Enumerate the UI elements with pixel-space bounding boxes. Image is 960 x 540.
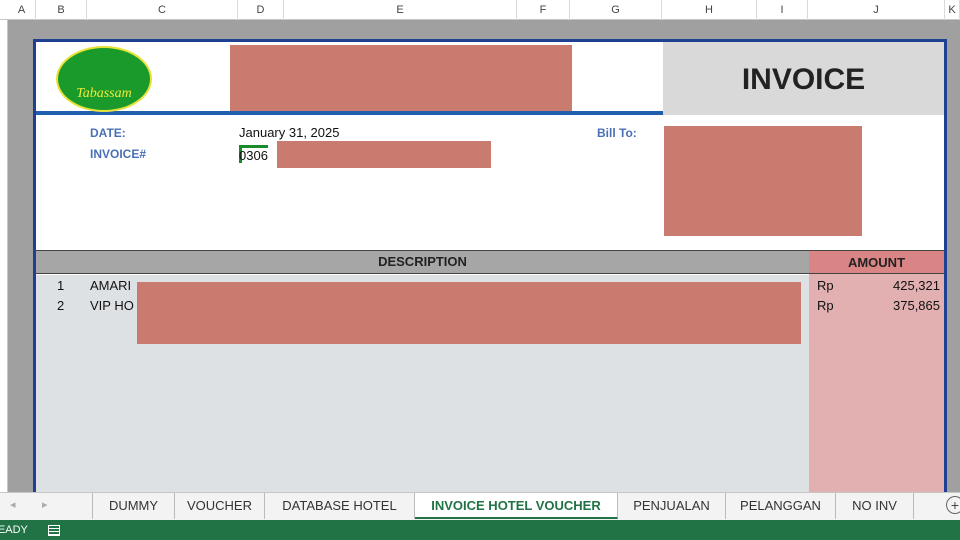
column-b[interactable]: B bbox=[36, 0, 87, 20]
amount-header: AMOUNT bbox=[809, 250, 944, 274]
invoice-title: INVOICE bbox=[663, 42, 944, 115]
column-c[interactable]: C bbox=[87, 0, 238, 20]
status-text: READY bbox=[0, 524, 28, 536]
invoice-header: Tabassam INVOICE bbox=[36, 42, 944, 115]
column-header-bar: A B C D E F G H I J K bbox=[0, 0, 960, 20]
item-2-amount[interactable]: 375,865 bbox=[856, 298, 940, 313]
redacted-item-details bbox=[137, 282, 801, 344]
invoice-form: Tabassam INVOICE DATE: January 31, 2025 … bbox=[33, 39, 947, 505]
item-1-currency: Rp bbox=[817, 278, 834, 293]
bill-to-label: Bill To: bbox=[597, 126, 637, 140]
macro-record-icon[interactable] bbox=[48, 525, 60, 536]
column-f[interactable]: F bbox=[517, 0, 570, 20]
item-1-number[interactable]: 1 bbox=[57, 278, 64, 293]
item-2-currency: Rp bbox=[817, 298, 834, 313]
scroll-tabs-left-icon[interactable]: ◂ bbox=[10, 498, 16, 511]
column-i[interactable]: I bbox=[757, 0, 808, 20]
add-sheet-icon[interactable]: + bbox=[946, 496, 960, 514]
sheet-tab-bar: ◂ ▸ DUMMY VOUCHER DATABASE HOTEL INVOICE… bbox=[0, 492, 960, 520]
tab-database-hotel[interactable]: DATABASE HOTEL bbox=[265, 493, 415, 519]
item-1-description[interactable]: AMARI bbox=[90, 278, 131, 293]
date-value[interactable]: January 31, 2025 bbox=[239, 125, 339, 140]
status-bar: READY bbox=[0, 520, 960, 540]
date-label: DATE: bbox=[90, 126, 126, 140]
tab-penjualan[interactable]: PENJUALAN bbox=[618, 493, 726, 519]
column-a[interactable]: A bbox=[8, 0, 36, 20]
tab-invoice-hotel-voucher[interactable]: INVOICE HOTEL VOUCHER bbox=[415, 493, 618, 519]
item-2-number[interactable]: 2 bbox=[57, 298, 64, 313]
tab-pelanggan[interactable]: PELANGGAN bbox=[726, 493, 836, 519]
redacted-company-info bbox=[230, 45, 572, 111]
column-h[interactable]: H bbox=[662, 0, 757, 20]
invoice-number-value[interactable]: 0306 bbox=[239, 145, 268, 163]
column-k[interactable]: K bbox=[945, 0, 960, 20]
column-e[interactable]: E bbox=[284, 0, 517, 20]
tab-no-inv[interactable]: NO INV bbox=[836, 493, 914, 519]
item-1-amount[interactable]: 425,321 bbox=[856, 278, 940, 293]
redacted-invoice-suffix bbox=[277, 141, 491, 168]
column-d[interactable]: D bbox=[238, 0, 284, 20]
redacted-bill-to bbox=[664, 126, 862, 236]
invoice-number-label: INVOICE# bbox=[90, 147, 147, 161]
tab-voucher[interactable]: VOUCHER bbox=[175, 493, 265, 519]
invoice-number-text: 0306 bbox=[239, 148, 268, 163]
scroll-tabs-right-icon[interactable]: ▸ bbox=[42, 498, 48, 511]
tab-dummy[interactable]: DUMMY bbox=[92, 493, 175, 519]
description-header: DESCRIPTION bbox=[36, 250, 944, 274]
row-header-bar[interactable] bbox=[0, 20, 8, 492]
column-g[interactable]: G bbox=[570, 0, 662, 20]
company-logo: Tabassam bbox=[56, 46, 152, 112]
description-header-label: DESCRIPTION bbox=[378, 254, 467, 269]
item-2-description[interactable]: VIP HO bbox=[90, 298, 134, 313]
column-j[interactable]: J bbox=[808, 0, 945, 20]
